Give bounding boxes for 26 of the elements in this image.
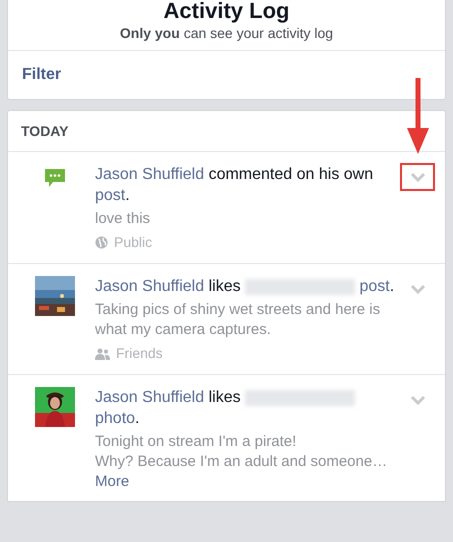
profile-link[interactable]: Jason Shuffield — [95, 278, 204, 295]
activity-text: Taking pics of shiny wet streets and here is what my camera captures. — [95, 300, 382, 340]
page-title: Activity Log — [162, 0, 290, 22]
activity-sentence: Jason Shuffield likes photo. — [95, 387, 403, 429]
audience-label: Public — [114, 233, 152, 252]
profile-link[interactable]: Jason Shuffield — [95, 389, 204, 406]
activity-sentence: Jason Shuffield likes post. — [95, 277, 396, 297]
chevron-icon[interactable] — [411, 284, 425, 294]
profile-link[interactable]: Jason Shuffield — [95, 166, 204, 183]
more-link[interactable]: More — [95, 472, 403, 491]
section-heading: TODAY — [21, 123, 68, 139]
profile-link[interactable]: post — [360, 278, 390, 295]
filter-link[interactable]: Filter — [8, 51, 445, 99]
profile-link[interactable]: post — [95, 187, 126, 204]
chevron-icon[interactable] — [411, 395, 425, 405]
activity-text: love this — [95, 209, 152, 229]
globe-icon — [95, 236, 108, 249]
activity-sentence: Jason Shuffield commented on his own post. — [95, 165, 374, 206]
activity-text: Tonight on stream I'm a pirate! Why? Because I'm an adult and someone… — [95, 432, 388, 472]
audience-label: Friends — [116, 344, 163, 363]
highlight-frame — [400, 163, 435, 191]
people-icon — [95, 348, 110, 360]
speech-bubble-icon — [44, 168, 66, 188]
chevron-icon[interactable] — [411, 172, 425, 182]
profile-link[interactable]: photo — [95, 410, 136, 427]
privacy-note: Only you can see your activity log — [118, 24, 334, 42]
